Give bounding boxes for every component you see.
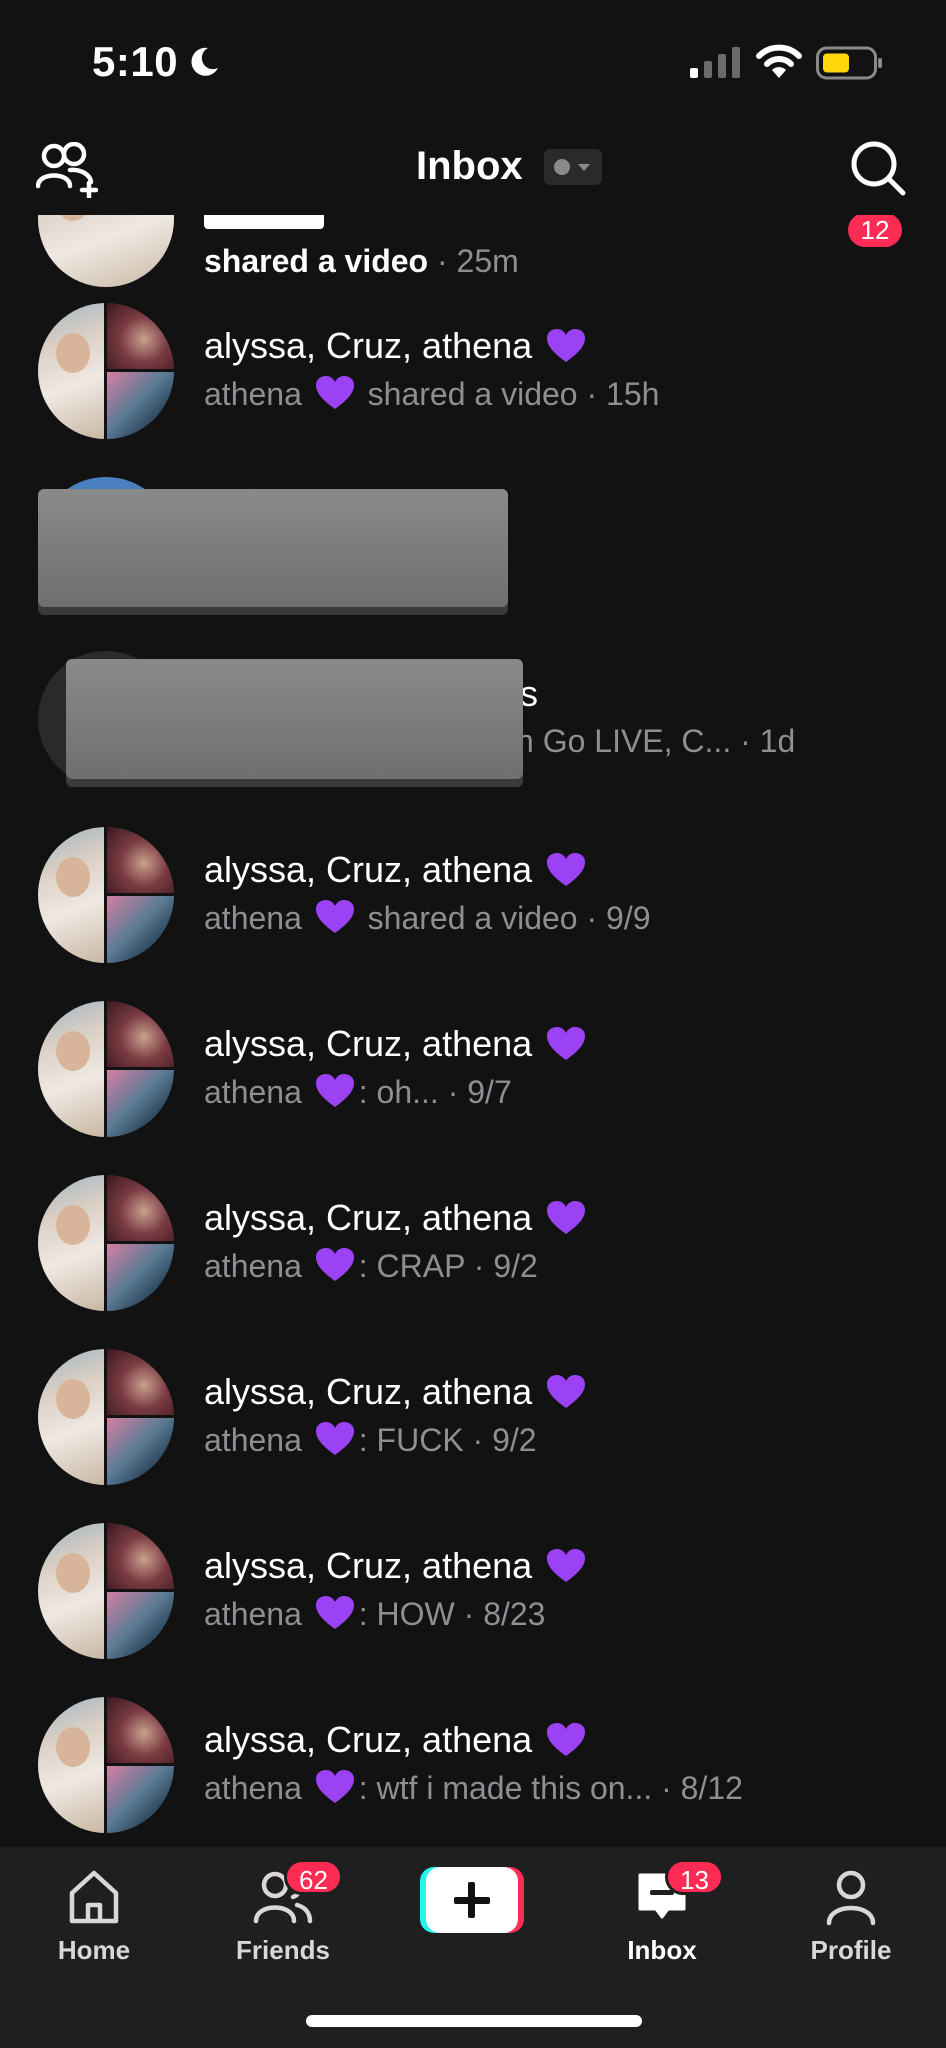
conversation-preview: athena shared a video · 15h (204, 376, 660, 412)
message-time: 9/2 (492, 1422, 537, 1458)
nav-home[interactable]: Home (19, 1867, 169, 1987)
group-avatar (38, 1697, 174, 1833)
moon-icon (191, 47, 218, 76)
conversation-preview: athena : HOW · 8/23 (204, 1596, 546, 1632)
conversation-name: alyssa, Cruz, athena (204, 1545, 590, 1587)
group-avatar (38, 1001, 174, 1137)
home-icon (69, 1870, 119, 1924)
nav-profile-label: Profile (810, 1935, 892, 1965)
nav-home-label: Home (57, 1935, 131, 1965)
inbox-badge: 13 (665, 1859, 724, 1895)
conversation-name: alyssa, Cruz, athena (204, 1197, 590, 1239)
conversation-row[interactable]: alyssa, Cruz, athena athena shared a vid… (0, 303, 946, 477)
message-time: 9/7 (467, 1074, 512, 1110)
purple-heart-emoji (315, 1074, 354, 1107)
conversation-row[interactable]: alyssa, Cruz, athena athena : HOW · 8/23 (0, 1523, 946, 1697)
conversation-name (204, 215, 324, 237)
purple-heart-emoji (315, 1422, 354, 1455)
page-title: Inbox (416, 144, 523, 188)
nav-inbox-label: Inbox (627, 1935, 697, 1965)
conversation-name: alyssa, Cruz, athena (204, 1371, 590, 1413)
search-icon[interactable] (848, 138, 908, 198)
purple-heart-emoji (547, 1027, 586, 1060)
wifi-icon (756, 44, 802, 78)
status-time: 5:10 (92, 38, 179, 85)
group-avatar (38, 1523, 174, 1659)
nav-inbox[interactable]: Inbox 13 (587, 1859, 737, 1987)
message-time: 8/23 (483, 1596, 546, 1632)
inbox-header: Inbox (0, 120, 946, 215)
conversation-preview: athena : wtf i made this on... · 8/12 (204, 1770, 743, 1806)
unread-count-badge: 12 (848, 215, 902, 247)
conversation-name: alyssa, Cruz, athena (204, 849, 590, 891)
conversation-preview: n Go LIVE, C... · 1d (516, 723, 796, 759)
message-time: 25m (456, 243, 519, 279)
profile-icon (826, 1870, 876, 1926)
purple-heart-emoji (547, 1201, 586, 1234)
conversation-row[interactable]: alyssa, Cruz, athena athena : wtf i made… (0, 1697, 946, 1847)
avatar (38, 215, 174, 287)
active-status-toggle[interactable] (544, 149, 602, 185)
message-time: 1d (759, 723, 796, 759)
conversation-name: alyssa, Cruz, athena (204, 1719, 590, 1761)
purple-heart-emoji (547, 1723, 586, 1756)
purple-heart-emoji (547, 853, 586, 886)
purple-heart-emoji (315, 1770, 354, 1803)
purple-heart-emoji (315, 1596, 354, 1629)
cellular-signal-icon (690, 47, 740, 78)
nav-friends-label: Friends (236, 1935, 330, 1965)
purple-heart-emoji (315, 1248, 354, 1281)
conversation-preview: athena : oh... · 9/7 (204, 1074, 512, 1110)
message-time: 9/9 (606, 900, 651, 936)
nav-friends[interactable]: Friends 62 (208, 1859, 358, 1987)
purple-heart-emoji (547, 1375, 586, 1408)
conversation-preview: shared a video · 25m (204, 243, 519, 279)
message-time: 9/2 (493, 1248, 538, 1284)
group-avatar (38, 827, 174, 963)
group-avatar (38, 303, 174, 439)
group-avatar (38, 1175, 174, 1311)
conversation-row[interactable] (0, 477, 946, 651)
battery-icon (816, 46, 882, 80)
conversation-name: alyssa, Cruz, athena (204, 1023, 590, 1065)
conversation-row[interactable]: alyssa, Cruz, athena athena shared a vid… (0, 827, 946, 1001)
home-indicator[interactable] (306, 2015, 642, 2027)
preview-text: shared a video (204, 243, 429, 279)
conversation-list: shared a video · 25m 12 alyssa, Cruz, at… (0, 215, 946, 1847)
status-bar: 5:10 (0, 0, 946, 120)
purple-heart-emoji (547, 329, 586, 362)
purple-heart-emoji (315, 900, 354, 933)
conversation-preview: athena shared a video · 9/9 (204, 900, 651, 936)
message-time: 8/12 (680, 1770, 743, 1806)
purple-heart-emoji (547, 1549, 586, 1582)
redaction-box (38, 489, 508, 607)
conversation-preview: athena : CRAP · 9/2 (204, 1248, 538, 1284)
status-dot (554, 159, 570, 175)
create-button[interactable] (420, 1867, 524, 1933)
group-avatar (38, 1349, 174, 1485)
conversation-name: alyssa, Cruz, athena (204, 325, 590, 367)
conversation-row[interactable]: alyssa, Cruz, athena athena : FUCK · 9/2 (0, 1349, 946, 1523)
conversation-row[interactable]: s n Go LIVE, C... · 1d (0, 651, 946, 825)
conversation-row[interactable]: alyssa, Cruz, athena athena : CRAP · 9/2 (0, 1175, 946, 1349)
redaction-box (66, 659, 523, 779)
friends-badge: 62 (284, 1859, 343, 1895)
chevron-down-icon (578, 164, 590, 171)
conversation-preview: athena : FUCK · 9/2 (204, 1422, 537, 1458)
purple-heart-emoji (315, 376, 354, 409)
add-friends-icon[interactable] (36, 142, 98, 198)
message-time: 15h (606, 376, 660, 412)
nav-profile[interactable]: Profile (776, 1867, 926, 1987)
avatar-photo (38, 215, 174, 287)
conversation-row[interactable]: alyssa, Cruz, athena athena : oh... · 9/… (0, 1001, 946, 1175)
